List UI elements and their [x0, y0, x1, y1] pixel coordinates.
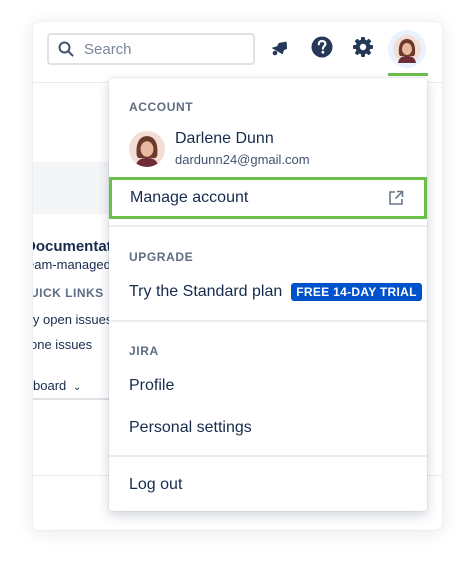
account-dropdown-menu: ACCOUNT Darlene Dunn dardunn24@gmail.com… — [109, 78, 427, 511]
menu-divider — [109, 320, 427, 322]
log-out-item[interactable]: Log out — [129, 476, 182, 494]
external-link-icon — [388, 190, 404, 206]
settings-icon[interactable] — [352, 36, 374, 58]
personal-settings-item[interactable]: Personal settings — [129, 419, 252, 437]
active-indicator — [388, 73, 428, 76]
jira-section-heading: JIRA — [129, 344, 159, 358]
project-subtitle: eam-managed — [33, 257, 111, 272]
profile-item[interactable]: Profile — [129, 377, 174, 395]
search-placeholder: Search — [84, 40, 132, 58]
chevron-down-icon: ⌄ — [72, 382, 82, 393]
project-title[interactable]: Documentat — [33, 238, 112, 255]
menu-divider — [109, 225, 427, 227]
quick-link-done-issues[interactable]: one issues — [33, 337, 92, 352]
search-input[interactable]: Search — [47, 33, 255, 65]
menu-divider — [109, 455, 427, 457]
free-trial-badge: FREE 14-DAY TRIAL — [291, 283, 422, 301]
user-avatar — [129, 130, 165, 167]
user-name: Darlene Dunn — [175, 130, 274, 147]
user-email: dardunn24@gmail.com — [175, 152, 310, 167]
board-selector[interactable]: board ⌄ — [33, 378, 81, 393]
background-banner — [33, 162, 113, 214]
user-info: Darlene Dunn dardunn24@gmail.com — [129, 130, 310, 167]
quick-link-open-issues[interactable]: ly open issues — [33, 312, 112, 327]
try-standard-plan-item[interactable]: Try the Standard plan FREE 14-DAY TRIAL — [129, 283, 422, 301]
manage-account-item[interactable]: Manage account — [109, 177, 427, 219]
profile-avatar-button[interactable] — [388, 30, 428, 76]
quick-links-heading: UICK LINKS — [33, 286, 104, 300]
search-icon — [58, 41, 74, 57]
notifications-icon[interactable] — [269, 36, 291, 58]
avatar — [393, 35, 421, 63]
upgrade-section-heading: UPGRADE — [129, 250, 194, 264]
board-selector-underline — [33, 398, 110, 400]
manage-account-label: Manage account — [130, 189, 249, 206]
board-selector-label: board — [33, 378, 67, 393]
help-icon[interactable] — [311, 36, 333, 58]
account-section-heading: ACCOUNT — [129, 100, 194, 114]
try-standard-plan-label: Try the Standard plan — [129, 283, 283, 300]
